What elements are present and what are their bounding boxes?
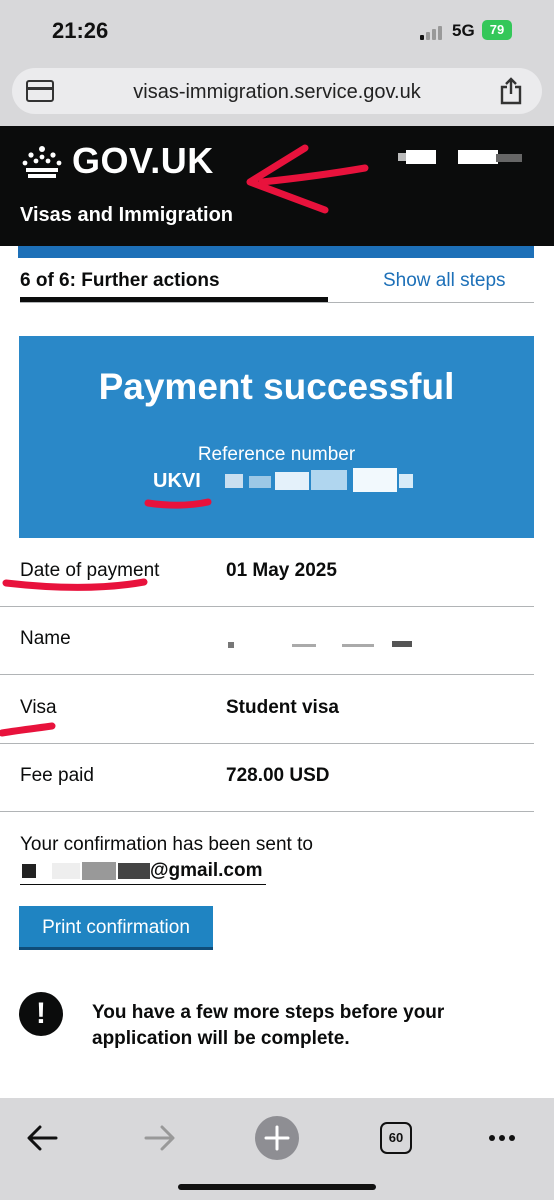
current-step-label: 6 of 6: Further actions bbox=[20, 270, 220, 291]
redaction-blur bbox=[22, 862, 150, 880]
underline-annotation-date bbox=[2, 578, 148, 591]
govuk-header: GOV.UK Visas and Immigration bbox=[0, 126, 554, 246]
service-name[interactable]: Visas and Immigration bbox=[20, 204, 233, 227]
underline-annotation-visa bbox=[0, 722, 56, 737]
print-confirmation-button[interactable]: Print confirmation bbox=[19, 906, 213, 950]
summary-key-date: Date of payment bbox=[20, 560, 160, 581]
battery-icon: 79 bbox=[482, 20, 512, 40]
redaction-blur bbox=[398, 150, 522, 164]
back-icon[interactable] bbox=[18, 1114, 66, 1162]
govuk-logo[interactable]: GOV.UK bbox=[72, 140, 214, 182]
network-label: 5G bbox=[452, 21, 475, 40]
browser-toolbar: 60 bbox=[0, 1098, 554, 1200]
show-all-steps-link[interactable]: Show all steps bbox=[383, 270, 506, 292]
summary-key-fee: Fee paid bbox=[20, 765, 94, 786]
url-text[interactable]: visas-immigration.service.gov.uk bbox=[12, 81, 542, 104]
divider bbox=[0, 743, 534, 744]
summary-key-name: Name bbox=[20, 628, 71, 649]
warning-icon: ! bbox=[19, 992, 63, 1036]
summary-value-fee: 728.00 USD bbox=[226, 765, 330, 786]
panel-title: Payment successful bbox=[98, 366, 455, 407]
divider bbox=[0, 811, 534, 812]
status-time: 21:26 bbox=[52, 18, 109, 43]
warning-text: You have a few more steps before your ap… bbox=[92, 1002, 445, 1049]
redaction-blur bbox=[225, 468, 413, 492]
reference-label: Reference number bbox=[197, 444, 356, 465]
redaction-blur bbox=[228, 641, 412, 648]
tabs-button[interactable]: 60 bbox=[372, 1114, 420, 1162]
address-bar[interactable]: visas-immigration.service.gov.uk bbox=[12, 68, 542, 114]
crown-icon bbox=[22, 146, 62, 178]
email-underline bbox=[20, 884, 266, 885]
forward-icon[interactable] bbox=[136, 1114, 184, 1162]
status-bar: 21:26 5G 79 bbox=[0, 0, 554, 62]
confirmation-panel: Payment successful Reference number UKVI bbox=[19, 336, 534, 538]
reference-number: UKVI bbox=[153, 470, 201, 492]
summary-value-date: 01 May 2025 bbox=[226, 560, 337, 581]
more-icon[interactable] bbox=[478, 1114, 526, 1162]
share-icon[interactable] bbox=[498, 77, 524, 105]
home-indicator bbox=[178, 1184, 376, 1190]
browser-address-area: visas-immigration.service.gov.uk bbox=[0, 62, 554, 126]
tab-count: 60 bbox=[380, 1122, 412, 1154]
progress-accent-bar bbox=[18, 246, 534, 258]
new-tab-icon[interactable] bbox=[253, 1114, 301, 1162]
summary-key-visa: Visa bbox=[20, 697, 57, 718]
divider bbox=[0, 606, 534, 607]
divider bbox=[0, 674, 534, 675]
confirmation-email: @gmail.com bbox=[150, 860, 263, 881]
signal-icon bbox=[420, 24, 446, 40]
summary-value-visa: Student visa bbox=[226, 697, 339, 718]
confirmation-text: Your confirmation has been sent to bbox=[20, 834, 313, 855]
divider bbox=[20, 302, 534, 303]
